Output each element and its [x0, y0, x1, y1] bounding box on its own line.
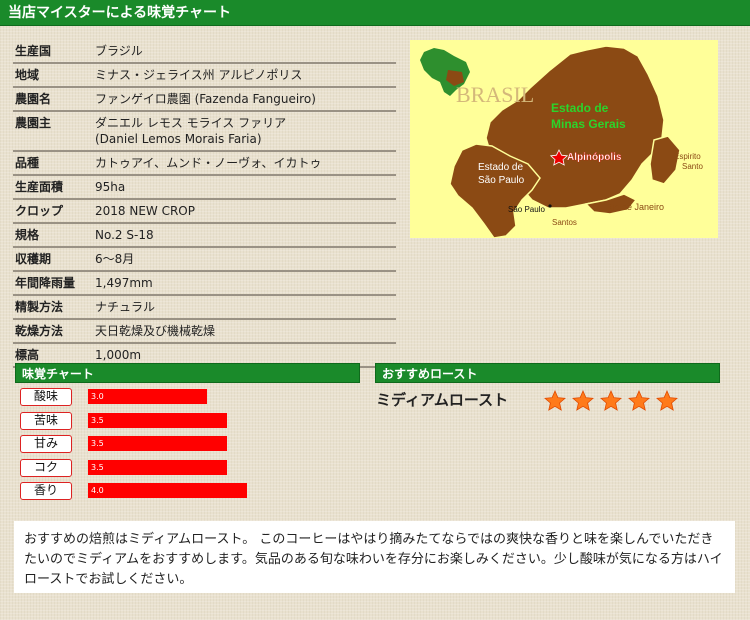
- taste-chart-heading: 味覚チャート: [15, 363, 360, 383]
- chart-row: 香り 4.0: [18, 480, 358, 504]
- spec-row-country: 生産国 ブラジル: [13, 40, 396, 64]
- city-label: Alpinópolis: [567, 152, 622, 163]
- spec-key: 農園名: [15, 92, 52, 106]
- chart-bar: [88, 483, 247, 498]
- page-title: 当店マイスターによる味覚チャート: [0, 0, 750, 26]
- chart-bar: [88, 389, 208, 404]
- minas-label-1: Estado de: [551, 101, 609, 115]
- roast-label: ミディアムロースト: [376, 391, 509, 409]
- chart-label: 甘み: [20, 435, 72, 453]
- chart-row: コク 3.5: [18, 457, 358, 481]
- chart-row: 甘み 3.5: [18, 433, 358, 457]
- sao-paulo-city-label: São Paulo: [508, 205, 545, 214]
- chart-row: 酸味 3.0: [18, 386, 358, 410]
- spec-value: 1,000m: [95, 348, 142, 362]
- star-icon: [600, 390, 622, 411]
- espirito-label-1: Espirito: [674, 152, 701, 161]
- spec-value: 95ha: [95, 180, 126, 194]
- spec-key: 地域: [15, 68, 40, 82]
- chart-value: 3.5: [91, 415, 104, 425]
- spec-key: 規格: [15, 228, 40, 242]
- spec-key: 農園主: [15, 116, 52, 130]
- chart-value: 3.5: [91, 462, 104, 472]
- chart-row: 苦味 3.5: [18, 410, 358, 434]
- spec-row-farm: 農園名 ファンゲイロ農園 (Fazenda Fangueiro): [13, 88, 396, 112]
- chart-value: 3.0: [91, 392, 104, 401]
- spec-row-variety: 品種 カトゥアイ、ムンド・ノーヴォ、イカトゥ: [13, 152, 396, 176]
- spec-value: ダニエル レモス モライス ファリア (Daniel Lemos Morais …: [95, 116, 287, 146]
- santos-label: Santos: [552, 218, 577, 227]
- chart-label: コク: [20, 458, 72, 477]
- chart-bar: [88, 436, 228, 451]
- spec-key: 生産面積: [15, 180, 64, 194]
- spec-value: ブラジル: [95, 44, 143, 58]
- roast-heading: おすすめロースト: [375, 363, 720, 383]
- roast-rating-stars: [543, 389, 679, 413]
- chart-value: 4.0: [91, 486, 104, 495]
- rio-label: Rio de Janeiro: [606, 202, 664, 212]
- region-map: BRASIL Estado de Minas Gerais Estado de …: [410, 40, 718, 238]
- star-icon: [572, 390, 594, 411]
- spec-value: 6～8月: [95, 252, 135, 266]
- star-icon: [544, 390, 566, 411]
- spec-value: 天日乾燥及び機械乾燥: [95, 324, 216, 338]
- spec-key: 精製方法: [15, 300, 64, 314]
- sao-paulo-dot-icon: [548, 204, 552, 208]
- chart-label: 酸味: [20, 388, 72, 406]
- spec-value: ファンゲイロ農園 (Fazenda Fangueiro): [95, 92, 316, 106]
- spec-key: 年間降雨量: [15, 276, 76, 290]
- spec-table: 生産国 ブラジル 地域 ミナス・ジェライス州 アルピノポリス 農園名 ファンゲイロ農園…: [13, 40, 396, 368]
- spec-key: 標高: [15, 348, 40, 362]
- spec-value: 1,497mm: [95, 276, 153, 290]
- star-icon: [628, 390, 650, 411]
- chart-value: 3.5: [91, 439, 104, 448]
- spec-key: 品種: [15, 156, 40, 170]
- spec-key: クロップ: [15, 204, 64, 218]
- spec-value: No.2 S-18: [95, 228, 154, 242]
- sp-label-2: São Paulo: [478, 175, 525, 186]
- spec-key: 乾燥方法: [15, 324, 64, 338]
- spec-row-owner: 農園主 ダニエル レモス モライス ファリア (Daniel Lemos Mora…: [13, 112, 396, 152]
- minas-label-2: Minas Gerais: [551, 117, 626, 131]
- star-icon: [656, 390, 678, 411]
- description-text: おすすめの焙煎はミディアムロースト。 このコーヒーはやはり摘みたてならではの爽快…: [14, 521, 735, 593]
- spec-row-harvest: 収穫期 6～8月: [13, 248, 396, 272]
- spec-row-process: 精製方法 ナチュラル: [13, 296, 396, 320]
- map-graphic: BRASIL Estado de Minas Gerais Estado de …: [420, 45, 703, 238]
- sp-label-1: Estado de: [478, 162, 523, 173]
- chart-bar: [88, 412, 228, 428]
- spec-row-region: 地域 ミナス・ジェライス州 アルピノポリス: [13, 64, 396, 88]
- chart-label: 苦味: [20, 411, 72, 430]
- chart-bar: [88, 459, 228, 475]
- chart-label: 香り: [20, 482, 72, 500]
- spec-value: ナチュラル: [95, 300, 156, 314]
- country-label: BRASIL: [456, 82, 534, 107]
- spec-value: ミナス・ジェライス州 アルピノポリス: [95, 68, 303, 82]
- spec-key: 収穫期: [15, 252, 52, 266]
- taste-chart: 酸味 3.0 苦味 3.5 甘み 3.5 コク 3.5 香り 4.0: [18, 386, 358, 504]
- spec-value: 2018 NEW CROP: [95, 204, 195, 218]
- spec-value: カトゥアイ、ムンド・ノーヴォ、イカトゥ: [95, 156, 322, 170]
- spec-row-area: 生産面積 95ha: [13, 176, 396, 200]
- spec-row-rainfall: 年間降雨量 1,497mm: [13, 272, 396, 296]
- spec-key: 生産国: [15, 44, 52, 58]
- spec-row-crop: クロップ 2018 NEW CROP: [13, 200, 396, 224]
- espirito-label-2: Santo: [682, 162, 703, 171]
- spec-row-grade: 規格 No.2 S-18: [13, 224, 396, 248]
- spec-row-drying: 乾燥方法 天日乾燥及び機械乾燥: [13, 320, 396, 344]
